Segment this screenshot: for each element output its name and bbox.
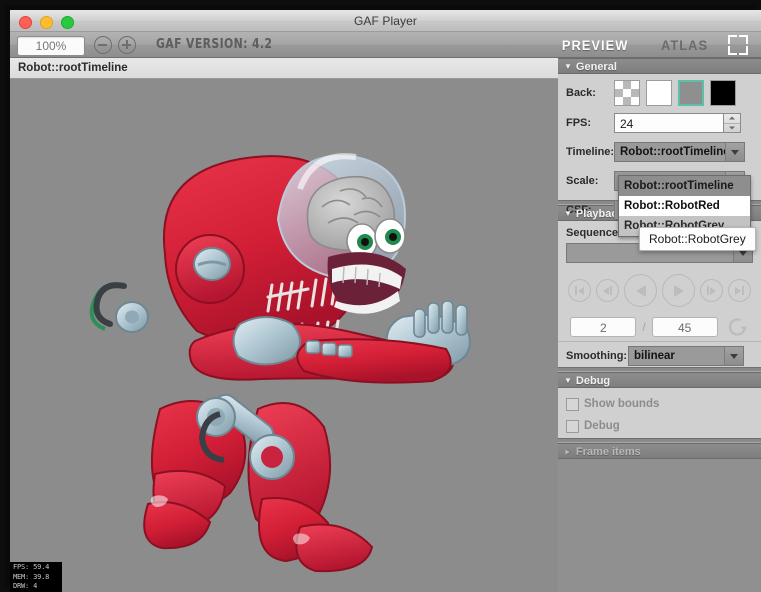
section-title-debug: Debug xyxy=(575,375,611,387)
fullscreen-icon[interactable] xyxy=(728,35,748,55)
debug-body: Show bounds Debug xyxy=(558,388,761,438)
toolbar-tabs: PREVIEW ATLAS xyxy=(545,32,756,58)
debug-label: Debug xyxy=(584,420,620,432)
show-bounds-label: Show bounds xyxy=(584,398,660,410)
timeline-value: Robot::rootTimeline xyxy=(620,146,725,158)
loop-icon[interactable] xyxy=(727,316,749,338)
current-frame-input[interactable]: 2 xyxy=(570,317,637,337)
preview-stage[interactable]: FPS: 59.4 MEM: 39.8 DRW: 4 xyxy=(10,79,558,592)
window-frame: GAF Player 100% GAF VERSION: 4.2 PREVIEW… xyxy=(0,0,761,592)
show-bounds-checkbox[interactable] xyxy=(566,397,579,411)
stats-fps: FPS: 59.4 xyxy=(13,563,50,571)
fps-label: FPS: xyxy=(566,117,592,129)
smoothing-row: Smoothing: bilinear xyxy=(566,346,753,366)
zoom-level-field[interactable]: 100% xyxy=(17,36,85,56)
swatch-checker[interactable] xyxy=(614,80,640,106)
section-header-frame-items[interactable]: ▼ Frame items xyxy=(558,443,761,459)
robot-character xyxy=(89,153,471,573)
frame-counter-row: 2 / 45 xyxy=(566,316,753,338)
back-row: Back: xyxy=(566,80,753,106)
scale-label: Scale: xyxy=(566,175,599,187)
title-bar: GAF Player xyxy=(10,10,761,32)
step-back-button[interactable] xyxy=(596,279,619,302)
smoothing-combobox[interactable]: bilinear xyxy=(628,346,744,366)
breadcrumb[interactable]: Robot::rootTimeline xyxy=(10,58,558,79)
last-frame-button[interactable] xyxy=(728,279,751,302)
chevron-down-icon: ▼ xyxy=(564,62,572,71)
show-bounds-row[interactable]: Show bounds xyxy=(566,393,753,415)
stats-drw: DRW: 4 xyxy=(13,582,38,590)
inspector-panel: ▼ General Back: FPS: 24 Timeline: Robot:… xyxy=(558,58,761,592)
stats-mem: MEM: 39.8 xyxy=(13,572,50,581)
timeline-label: Timeline: xyxy=(566,146,615,158)
debug-checkbox[interactable] xyxy=(566,419,579,433)
fps-row: FPS: 24 xyxy=(566,111,753,135)
section-title-frame-items: Frame items xyxy=(575,446,641,458)
window-title: GAF Player xyxy=(353,14,417,28)
transport-controls xyxy=(566,274,753,307)
app-window: GAF Player 100% GAF VERSION: 4.2 PREVIEW… xyxy=(0,0,761,592)
chevron-down-icon xyxy=(724,347,743,365)
smoothing-label: Smoothing: xyxy=(566,350,628,362)
stats-overlay: FPS: 59.4 MEM: 39.8 DRW: 4 xyxy=(10,562,62,592)
timeline-row: Timeline: Robot::rootTimeline xyxy=(566,140,753,164)
chevron-right-icon: ▼ xyxy=(562,448,572,456)
step-forward-button[interactable] xyxy=(700,279,723,302)
play-forward-button[interactable] xyxy=(662,274,695,307)
swatch-black[interactable] xyxy=(710,80,736,106)
smoothing-body: Smoothing: bilinear xyxy=(558,341,761,367)
chevron-down-icon: ▼ xyxy=(564,376,572,385)
toolbar: 100% GAF VERSION: 4.2 PREVIEW ATLAS xyxy=(10,32,761,58)
gaf-version-label: GAF VERSION: 4.2 xyxy=(156,37,273,52)
section-header-debug[interactable]: ▼ Debug xyxy=(558,372,761,388)
zoom-out-button[interactable] xyxy=(94,36,112,54)
dropdown-tooltip: Robot::RobotGrey xyxy=(639,227,756,251)
dropdown-option-1[interactable]: Robot::RobotRed xyxy=(619,196,750,216)
section-title-general: General xyxy=(575,61,617,73)
tab-atlas[interactable]: ATLAS xyxy=(648,32,721,58)
play-reverse-button[interactable] xyxy=(624,274,657,307)
debug-row[interactable]: Debug xyxy=(566,415,753,437)
total-frames-input[interactable]: 45 xyxy=(651,317,718,337)
dropdown-option-0[interactable]: Robot::rootTimeline xyxy=(619,176,750,196)
frame-separator: / xyxy=(642,320,646,334)
smoothing-value: bilinear xyxy=(634,350,675,362)
swatch-white[interactable] xyxy=(646,80,672,106)
chevron-down-icon: ▼ xyxy=(564,209,572,218)
swatch-gray[interactable] xyxy=(678,80,704,106)
zoom-in-button[interactable] xyxy=(118,36,136,54)
fps-input[interactable]: 24 xyxy=(614,113,724,133)
back-label: Back: xyxy=(566,87,596,99)
tab-preview[interactable]: PREVIEW xyxy=(549,32,641,58)
chevron-down-icon xyxy=(725,143,744,161)
first-frame-button[interactable] xyxy=(568,279,591,302)
fps-stepper[interactable] xyxy=(723,113,741,133)
timeline-combobox[interactable]: Robot::rootTimeline xyxy=(614,142,745,162)
background-swatches xyxy=(614,80,736,106)
section-header-general[interactable]: ▼ General xyxy=(558,58,761,74)
